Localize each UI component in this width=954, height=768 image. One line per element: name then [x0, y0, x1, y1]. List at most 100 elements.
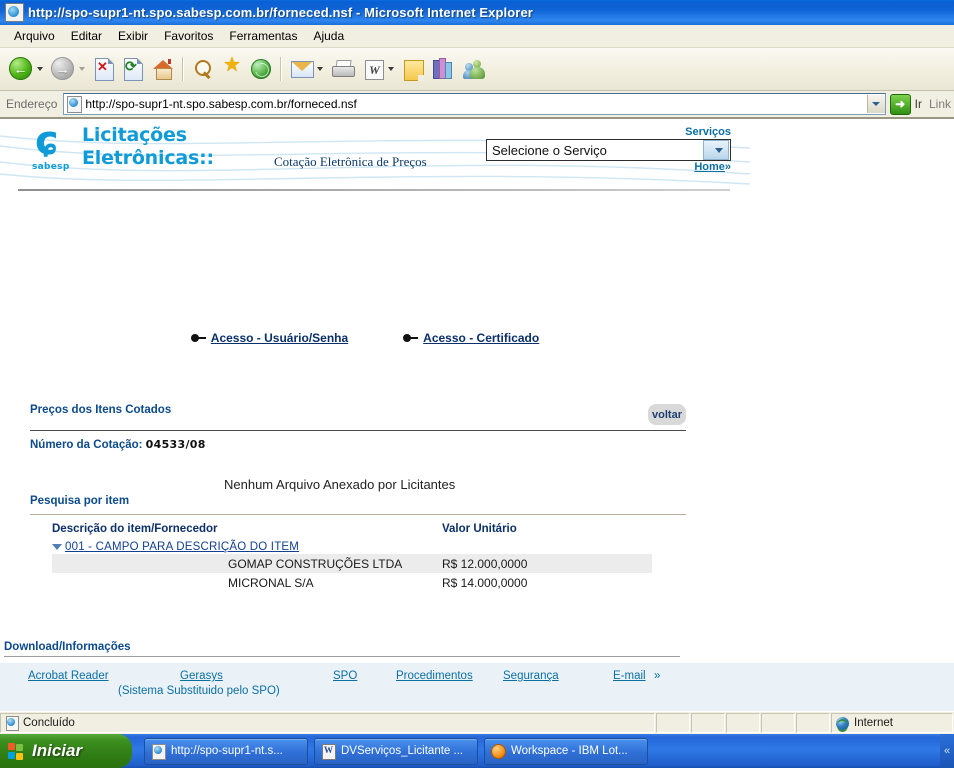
menu-item-exibir[interactable]: Exibir — [110, 27, 156, 45]
word-icon — [321, 743, 336, 760]
page-title: Preços dos Itens Cotados — [30, 404, 172, 416]
page-footer: Download/Informações Acrobat Reader Gera… — [0, 641, 954, 711]
footer-link-gerasys[interactable]: Gerasys — [180, 670, 223, 682]
no-attachments-message: Nenhum Arquivo Anexado por Licitantes — [224, 477, 456, 492]
refresh-button[interactable]: ⟳ — [121, 52, 145, 86]
back-button[interactable]: ← — [6, 52, 35, 86]
taskbar-item-lotus[interactable]: Workspace - IBM Lot... — [484, 737, 648, 765]
back-arrow-icon: ← — [8, 56, 33, 82]
refresh-icon: ⟳ — [123, 56, 143, 82]
address-label: Endereço — [6, 97, 58, 111]
access-user-password-link[interactable]: Acesso - Usuário/Senha — [190, 331, 349, 345]
ie-document-icon — [5, 3, 24, 22]
title-bar: http://spo-supr1-nt.spo.sabesp.com.br/fo… — [0, 0, 954, 25]
go-button[interactable]: ➜ Ir — [889, 93, 922, 115]
page-content: ɕ sabesp Licitações Eletrônicas:: Cotaçã… — [0, 118, 954, 711]
status-message: Concluído — [23, 717, 75, 729]
key-icon — [190, 333, 206, 343]
home-button[interactable] — [150, 52, 176, 86]
search-magnifier-icon — [192, 56, 214, 82]
links-label[interactable]: Link — [926, 97, 954, 111]
forward-history-dropdown[interactable] — [77, 52, 86, 86]
lotus-icon — [491, 743, 506, 759]
star-icon: ★ — [223, 54, 241, 76]
menu-item-ajuda[interactable]: Ajuda — [305, 27, 352, 45]
footer-link-email[interactable]: E-mail — [613, 670, 646, 682]
mail-dropdown[interactable] — [315, 52, 324, 86]
windows-flag-icon — [8, 742, 25, 760]
table-row: GOMAP CONSTRUÇÕES LTDA R$ 12.000,0000 — [52, 554, 652, 573]
footer-link-spo[interactable]: SPO — [333, 670, 357, 682]
search-by-item-label: Pesquisa por item — [30, 495, 130, 507]
services-selected-value: Selecione o Serviço — [492, 142, 607, 158]
table-row: MICRONAL S/A R$ 14.000,0000 — [52, 573, 652, 592]
status-spacer-1 — [656, 713, 690, 733]
triangle-down-icon[interactable] — [52, 544, 62, 550]
status-spacer-3 — [726, 713, 760, 733]
footer-note: (Sistema Substituido pelo SPO) — [118, 685, 280, 697]
address-dropdown-icon[interactable] — [866, 95, 885, 113]
go-label: Ir — [914, 97, 922, 111]
services-select[interactable]: Selecione o Serviço — [486, 139, 731, 161]
taskbar-item-label: http://spo-supr1-nt.s... — [171, 745, 283, 757]
encarta-button[interactable] — [430, 52, 456, 86]
back-link-button[interactable]: voltar — [648, 404, 686, 425]
unit-value: R$ 14.000,0000 — [442, 575, 528, 590]
status-spacer-4 — [761, 713, 795, 733]
back-history-dropdown[interactable] — [35, 52, 44, 86]
menu-item-ferramentas[interactable]: Ferramentas — [221, 27, 305, 45]
access-user-password-label: Acesso - Usuário/Senha — [210, 331, 349, 345]
forward-button[interactable]: → — [48, 52, 77, 86]
taskbar-item-ie[interactable]: http://spo-supr1-nt.s... — [144, 737, 308, 765]
site-logo[interactable]: ɕ sabesp Licitações Eletrônicas:: — [32, 121, 214, 172]
column-header-description: Descrição do item/Fornecedor — [52, 523, 218, 535]
chevron-down-icon[interactable] — [703, 140, 729, 160]
people-icon — [463, 56, 487, 82]
mail-button[interactable] — [288, 52, 315, 86]
stop-x-icon: ✕ — [94, 56, 114, 82]
system-tray-expand[interactable]: « — [940, 734, 954, 768]
menu-item-arquivo[interactable]: Arquivo — [6, 27, 63, 45]
stop-button[interactable]: ✕ — [92, 52, 116, 86]
prices-table: Descrição do item/Fornecedor Valor Unitá… — [52, 523, 652, 592]
item-description-link[interactable]: 001 - CAMPO PARA DESCRIÇÃO DO ITEM — [65, 541, 299, 553]
address-input-wrap[interactable] — [63, 93, 886, 115]
footer-link-procedimentos[interactable]: Procedimentos — [396, 670, 473, 682]
messenger-button[interactable] — [461, 52, 489, 86]
title-divider — [30, 430, 686, 431]
status-spacer-5 — [796, 713, 830, 733]
access-certificate-label: Acesso - Certificado — [423, 331, 540, 345]
edit-word-button[interactable]: W — [363, 52, 386, 86]
site-subtitle: Cotação Eletrônica de Preços — [274, 154, 427, 169]
brand-line-1: Licitações — [82, 124, 187, 146]
status-spacer-2 — [691, 713, 725, 733]
print-button[interactable] — [329, 52, 357, 86]
history-globe-icon — [250, 56, 272, 82]
history-button[interactable] — [248, 52, 274, 86]
notes-button[interactable] — [401, 52, 425, 86]
services-label: Serviços — [685, 126, 731, 138]
edit-dropdown[interactable] — [386, 52, 395, 86]
footer-link-acrobat-reader[interactable]: Acrobat Reader — [28, 670, 109, 682]
header-divider — [18, 189, 730, 191]
printer-icon — [331, 56, 355, 82]
menu-item-editar[interactable]: Editar — [63, 27, 110, 45]
column-header-unit-value: Valor Unitário — [442, 523, 517, 535]
security-zone-cell[interactable]: Internet — [831, 713, 953, 733]
footer-link-seguranca[interactable]: Segurança — [503, 670, 559, 682]
start-label: Iniciar — [32, 741, 83, 760]
home-icon — [152, 56, 174, 82]
access-links-row: Acesso - Usuário/Senha Acesso - Certific… — [0, 331, 730, 345]
item-expand-row[interactable]: 001 - CAMPO PARA DESCRIÇÃO DO ITEM — [52, 539, 652, 554]
table-header-row: Descrição do item/Fornecedor Valor Unitá… — [52, 523, 652, 539]
access-certificate-link[interactable]: Acesso - Certificado — [403, 331, 539, 345]
search-button[interactable] — [190, 52, 216, 86]
favorites-button[interactable]: ★ — [219, 52, 245, 86]
footer-email-suffix: » — [654, 670, 661, 682]
address-input[interactable] — [85, 97, 867, 111]
start-button[interactable]: Iniciar — [0, 734, 132, 768]
browser-toolbar: ← → ✕ ⟳ ★ W — [0, 48, 954, 91]
menu-item-favoritos[interactable]: Favoritos — [156, 27, 221, 45]
taskbar-item-word[interactable]: DVServiços_Licitante ... — [314, 737, 478, 765]
home-link[interactable]: Home» — [694, 161, 731, 173]
